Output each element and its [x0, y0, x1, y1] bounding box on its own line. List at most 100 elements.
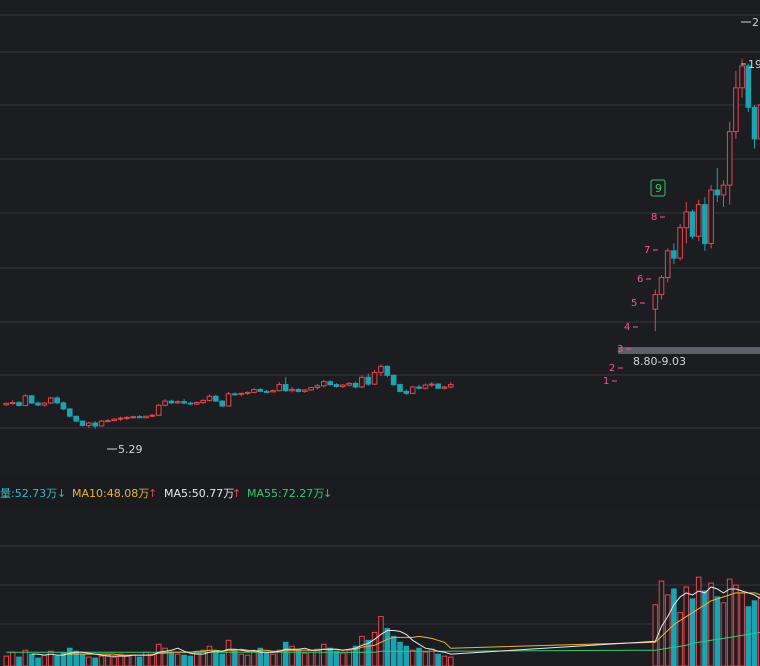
- volume-bar: [409, 649, 416, 666]
- candle: [677, 224, 683, 261]
- candle-body: [664, 250, 671, 279]
- volume-bar: [149, 653, 156, 666]
- volume-bar: [321, 643, 327, 666]
- td-count-label: 1: [603, 376, 609, 387]
- candle-body: [745, 65, 752, 108]
- candle: [149, 414, 156, 418]
- volume-bar: [689, 598, 696, 666]
- volume-bar: [219, 653, 225, 666]
- candle: [263, 389, 270, 393]
- candle: [200, 399, 206, 404]
- volume-bar: [174, 653, 181, 666]
- candle-body: [86, 422, 92, 426]
- volume-bar: [86, 656, 92, 666]
- volume-bar: [359, 635, 365, 666]
- volume-bar: [124, 655, 130, 666]
- volume-bar: [54, 655, 60, 666]
- candle: [238, 392, 245, 397]
- td-count-label: 5: [631, 298, 637, 309]
- candle-body: [41, 402, 48, 406]
- candle-body: [739, 65, 745, 89]
- candle: [187, 401, 194, 406]
- volume-bar: [340, 652, 346, 666]
- candle-body: [9, 402, 16, 405]
- td-count-label: 7: [644, 245, 650, 256]
- high-price-label-1: 2: [752, 16, 759, 29]
- candle-body: [73, 415, 79, 422]
- candle: [422, 383, 429, 390]
- volume-bar: [282, 641, 289, 666]
- volume-bar: [73, 650, 79, 666]
- candle-body: [441, 386, 448, 389]
- candle-body: [308, 387, 314, 391]
- candle-body: [47, 397, 54, 404]
- candle: [308, 387, 314, 391]
- candle: [714, 168, 721, 203]
- candle: [689, 209, 696, 239]
- candle: [695, 199, 702, 242]
- candle: [181, 399, 187, 405]
- volume-bar: [263, 652, 270, 666]
- arrow-down-icon: ↓: [57, 487, 66, 500]
- volume-bar: [333, 650, 340, 666]
- candle-body: [225, 393, 232, 407]
- volume-bar: [720, 602, 727, 666]
- volume-bar: [47, 650, 54, 666]
- price-band: 8.80-9.03: [618, 347, 760, 368]
- volume-bar: [403, 645, 410, 666]
- volume-bar: [232, 650, 238, 666]
- candle-body: [282, 384, 289, 392]
- volume-bar: [308, 651, 314, 666]
- volume-legend-ma5: MA5:50.77万: [164, 487, 234, 500]
- candle: [720, 180, 727, 208]
- candle: [352, 381, 359, 389]
- candle-body: [751, 106, 758, 140]
- candle-body: [321, 381, 327, 387]
- candle: [105, 419, 111, 423]
- candle-body: [276, 384, 283, 392]
- candle: [435, 383, 441, 389]
- candle: [333, 383, 340, 388]
- candle: [428, 382, 435, 388]
- volume-bar: [136, 656, 143, 666]
- candle: [41, 402, 48, 407]
- candle-body: [263, 390, 270, 393]
- candle: [346, 382, 352, 387]
- candle: [73, 415, 79, 423]
- volume-bar: [683, 586, 690, 666]
- candle-body: [232, 393, 238, 396]
- volume-bar: [745, 606, 752, 666]
- candle: [403, 389, 410, 395]
- candle-body: [67, 408, 73, 417]
- candle-body: [683, 211, 690, 229]
- volume-bar: [301, 652, 308, 666]
- candle: [168, 399, 175, 405]
- candle: [60, 401, 67, 411]
- candle: [194, 401, 200, 406]
- candle: [54, 396, 60, 405]
- candle-body: [22, 395, 29, 407]
- candle: [371, 370, 378, 386]
- candle: [9, 400, 16, 405]
- candle: [751, 104, 758, 149]
- candle: [652, 289, 659, 332]
- candle-body: [28, 395, 35, 404]
- high-price-label-2: 19: [748, 58, 760, 71]
- candle-body: [111, 418, 118, 422]
- volume-bar: [28, 653, 35, 666]
- volume-bar: [702, 590, 708, 666]
- volume-bar: [41, 654, 48, 666]
- volume-bar: [130, 654, 137, 666]
- candle-body: [435, 383, 441, 389]
- volume-bar: [168, 651, 175, 666]
- candle: [213, 394, 219, 402]
- td-count-label: 2: [609, 363, 615, 374]
- candle-body: [149, 414, 156, 417]
- volume-legend: 量:52.73万 ↓ MA10:48.08万 ↑ MA5:50.77万 ↑ MA…: [0, 487, 332, 500]
- candle-body: [187, 402, 194, 405]
- volume-bar: [695, 576, 702, 666]
- candle-body: [117, 417, 124, 420]
- candle-body: [695, 204, 702, 237]
- candle-body: [365, 376, 372, 385]
- candle: [671, 243, 677, 265]
